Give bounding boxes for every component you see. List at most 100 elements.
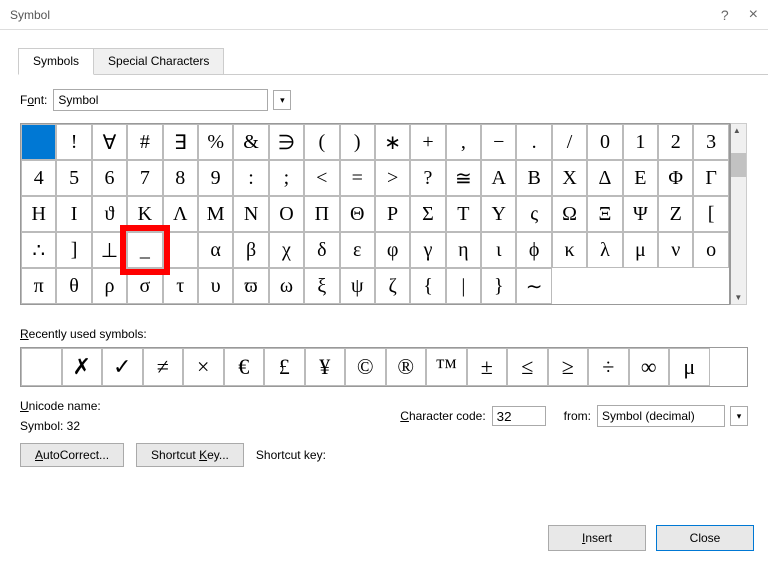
symbol-cell[interactable]: ∴ [21, 232, 56, 268]
close-button[interactable]: Close [656, 525, 754, 551]
chevron-down-icon[interactable]: ▾ [730, 406, 748, 426]
symbol-cell[interactable]: Ε [623, 160, 658, 196]
symbol-cell[interactable]: Ζ [658, 196, 693, 232]
symbol-cell[interactable]: ! [56, 124, 91, 160]
symbol-cell[interactable]: + [410, 124, 445, 160]
recent-symbol-cell[interactable]: ∞ [629, 348, 670, 386]
symbol-cell[interactable]: # [127, 124, 162, 160]
recent-symbol-cell[interactable]: £ [264, 348, 305, 386]
symbol-cell[interactable]: ϑ [92, 196, 127, 232]
symbol-cell[interactable]: κ [552, 232, 587, 268]
symbol-cell[interactable]: 4 [21, 160, 56, 196]
symbol-cell[interactable]: π [21, 268, 56, 304]
symbol-cell[interactable]: , [446, 124, 481, 160]
symbol-cell[interactable]: ϖ [233, 268, 268, 304]
symbol-cell[interactable]: Λ [163, 196, 198, 232]
recent-symbol-cell[interactable]: ✗ [62, 348, 103, 386]
symbol-cell[interactable]: φ [375, 232, 410, 268]
recent-symbol-cell[interactable]: ✓ [102, 348, 143, 386]
symbol-cell[interactable]: ∃ [163, 124, 198, 160]
symbol-cell[interactable]: { [410, 268, 445, 304]
symbol-cell[interactable]: ∼ [516, 268, 551, 304]
symbol-cell[interactable]: } [481, 268, 516, 304]
recent-symbol-cell[interactable]: ÷ [588, 348, 629, 386]
symbol-cell[interactable]: γ [410, 232, 445, 268]
from-combobox[interactable]: Symbol (decimal) [597, 405, 725, 427]
scrollbar[interactable]: ▲ ▼ [730, 123, 747, 305]
symbol-cell[interactable]: _ [127, 232, 162, 268]
symbol-cell[interactable]: Ω [552, 196, 587, 232]
symbol-cell[interactable]: Θ [340, 196, 375, 232]
recent-symbol-cell[interactable] [21, 348, 62, 386]
symbol-cell[interactable]: η [446, 232, 481, 268]
scroll-down-icon[interactable]: ▼ [732, 291, 744, 304]
recent-symbol-cell[interactable]: ® [386, 348, 427, 386]
symbol-cell[interactable]: − [481, 124, 516, 160]
help-icon[interactable]: ? [721, 7, 729, 23]
recent-symbol-cell[interactable]: © [345, 348, 386, 386]
symbol-cell[interactable]: ζ [375, 268, 410, 304]
symbol-cell[interactable]: ? [410, 160, 445, 196]
symbol-cell[interactable]: > [375, 160, 410, 196]
symbol-cell[interactable] [21, 124, 56, 160]
symbol-cell[interactable]: ] [56, 232, 91, 268]
symbol-cell[interactable] [163, 232, 198, 268]
symbol-cell[interactable]: ω [269, 268, 304, 304]
symbol-cell[interactable]: 6 [92, 160, 127, 196]
font-combobox[interactable]: Symbol [53, 89, 268, 111]
symbol-cell[interactable]: ∀ [92, 124, 127, 160]
symbol-cell[interactable]: Ξ [587, 196, 622, 232]
symbol-cell[interactable]: ε [340, 232, 375, 268]
symbol-cell[interactable]: 0 [587, 124, 622, 160]
symbol-cell[interactable]: 8 [163, 160, 198, 196]
autocorrect-button[interactable]: AutoCorrect... [20, 443, 124, 467]
symbol-cell[interactable]: Ν [233, 196, 268, 232]
symbol-cell[interactable]: ψ [340, 268, 375, 304]
recent-symbol-cell[interactable]: ≤ [507, 348, 548, 386]
symbol-cell[interactable]: Α [481, 160, 516, 196]
symbol-cell[interactable]: α [198, 232, 233, 268]
recent-symbol-cell[interactable]: € [224, 348, 265, 386]
symbol-cell[interactable]: β [233, 232, 268, 268]
symbol-cell[interactable]: ξ [304, 268, 339, 304]
symbol-cell[interactable]: Τ [446, 196, 481, 232]
symbol-cell[interactable]: ∋ [269, 124, 304, 160]
scroll-up-icon[interactable]: ▲ [731, 124, 746, 137]
close-icon[interactable]: × [749, 6, 758, 24]
recent-symbol-cell[interactable]: μ [669, 348, 710, 386]
symbol-cell[interactable]: ≅ [446, 160, 481, 196]
symbol-cell[interactable]: Ψ [623, 196, 658, 232]
symbol-cell[interactable]: Ο [269, 196, 304, 232]
symbol-cell[interactable]: 9 [198, 160, 233, 196]
symbol-cell[interactable]: < [304, 160, 339, 196]
symbol-cell[interactable]: . [516, 124, 551, 160]
symbol-cell[interactable]: ϕ [516, 232, 551, 268]
insert-button[interactable]: Insert [548, 525, 646, 551]
symbol-cell[interactable]: Γ [693, 160, 728, 196]
symbol-cell[interactable]: υ [198, 268, 233, 304]
symbol-cell[interactable]: σ [127, 268, 162, 304]
symbol-cell[interactable]: 5 [56, 160, 91, 196]
symbol-cell[interactable]: = [340, 160, 375, 196]
symbol-cell[interactable]: Β [516, 160, 551, 196]
recent-symbol-cell[interactable]: × [183, 348, 224, 386]
symbol-cell[interactable]: Ι [56, 196, 91, 232]
symbol-cell[interactable]: 2 [658, 124, 693, 160]
symbol-cell[interactable]: Η [21, 196, 56, 232]
symbol-cell[interactable]: & [233, 124, 268, 160]
chevron-down-icon[interactable]: ▾ [273, 90, 291, 110]
scroll-thumb[interactable] [731, 153, 746, 177]
symbol-cell[interactable]: 7 [127, 160, 162, 196]
recent-symbol-cell[interactable]: ≠ [143, 348, 184, 386]
symbol-cell[interactable]: μ [623, 232, 658, 268]
symbol-cell[interactable]: Φ [658, 160, 693, 196]
symbol-cell[interactable]: Μ [198, 196, 233, 232]
symbol-cell[interactable]: | [446, 268, 481, 304]
symbol-cell[interactable]: χ [269, 232, 304, 268]
tab-special-characters[interactable]: Special Characters [93, 48, 224, 74]
symbol-cell[interactable]: Σ [410, 196, 445, 232]
recent-symbol-cell[interactable]: ™ [426, 348, 467, 386]
symbol-cell[interactable]: / [552, 124, 587, 160]
symbol-cell[interactable]: Π [304, 196, 339, 232]
symbol-cell[interactable]: : [233, 160, 268, 196]
